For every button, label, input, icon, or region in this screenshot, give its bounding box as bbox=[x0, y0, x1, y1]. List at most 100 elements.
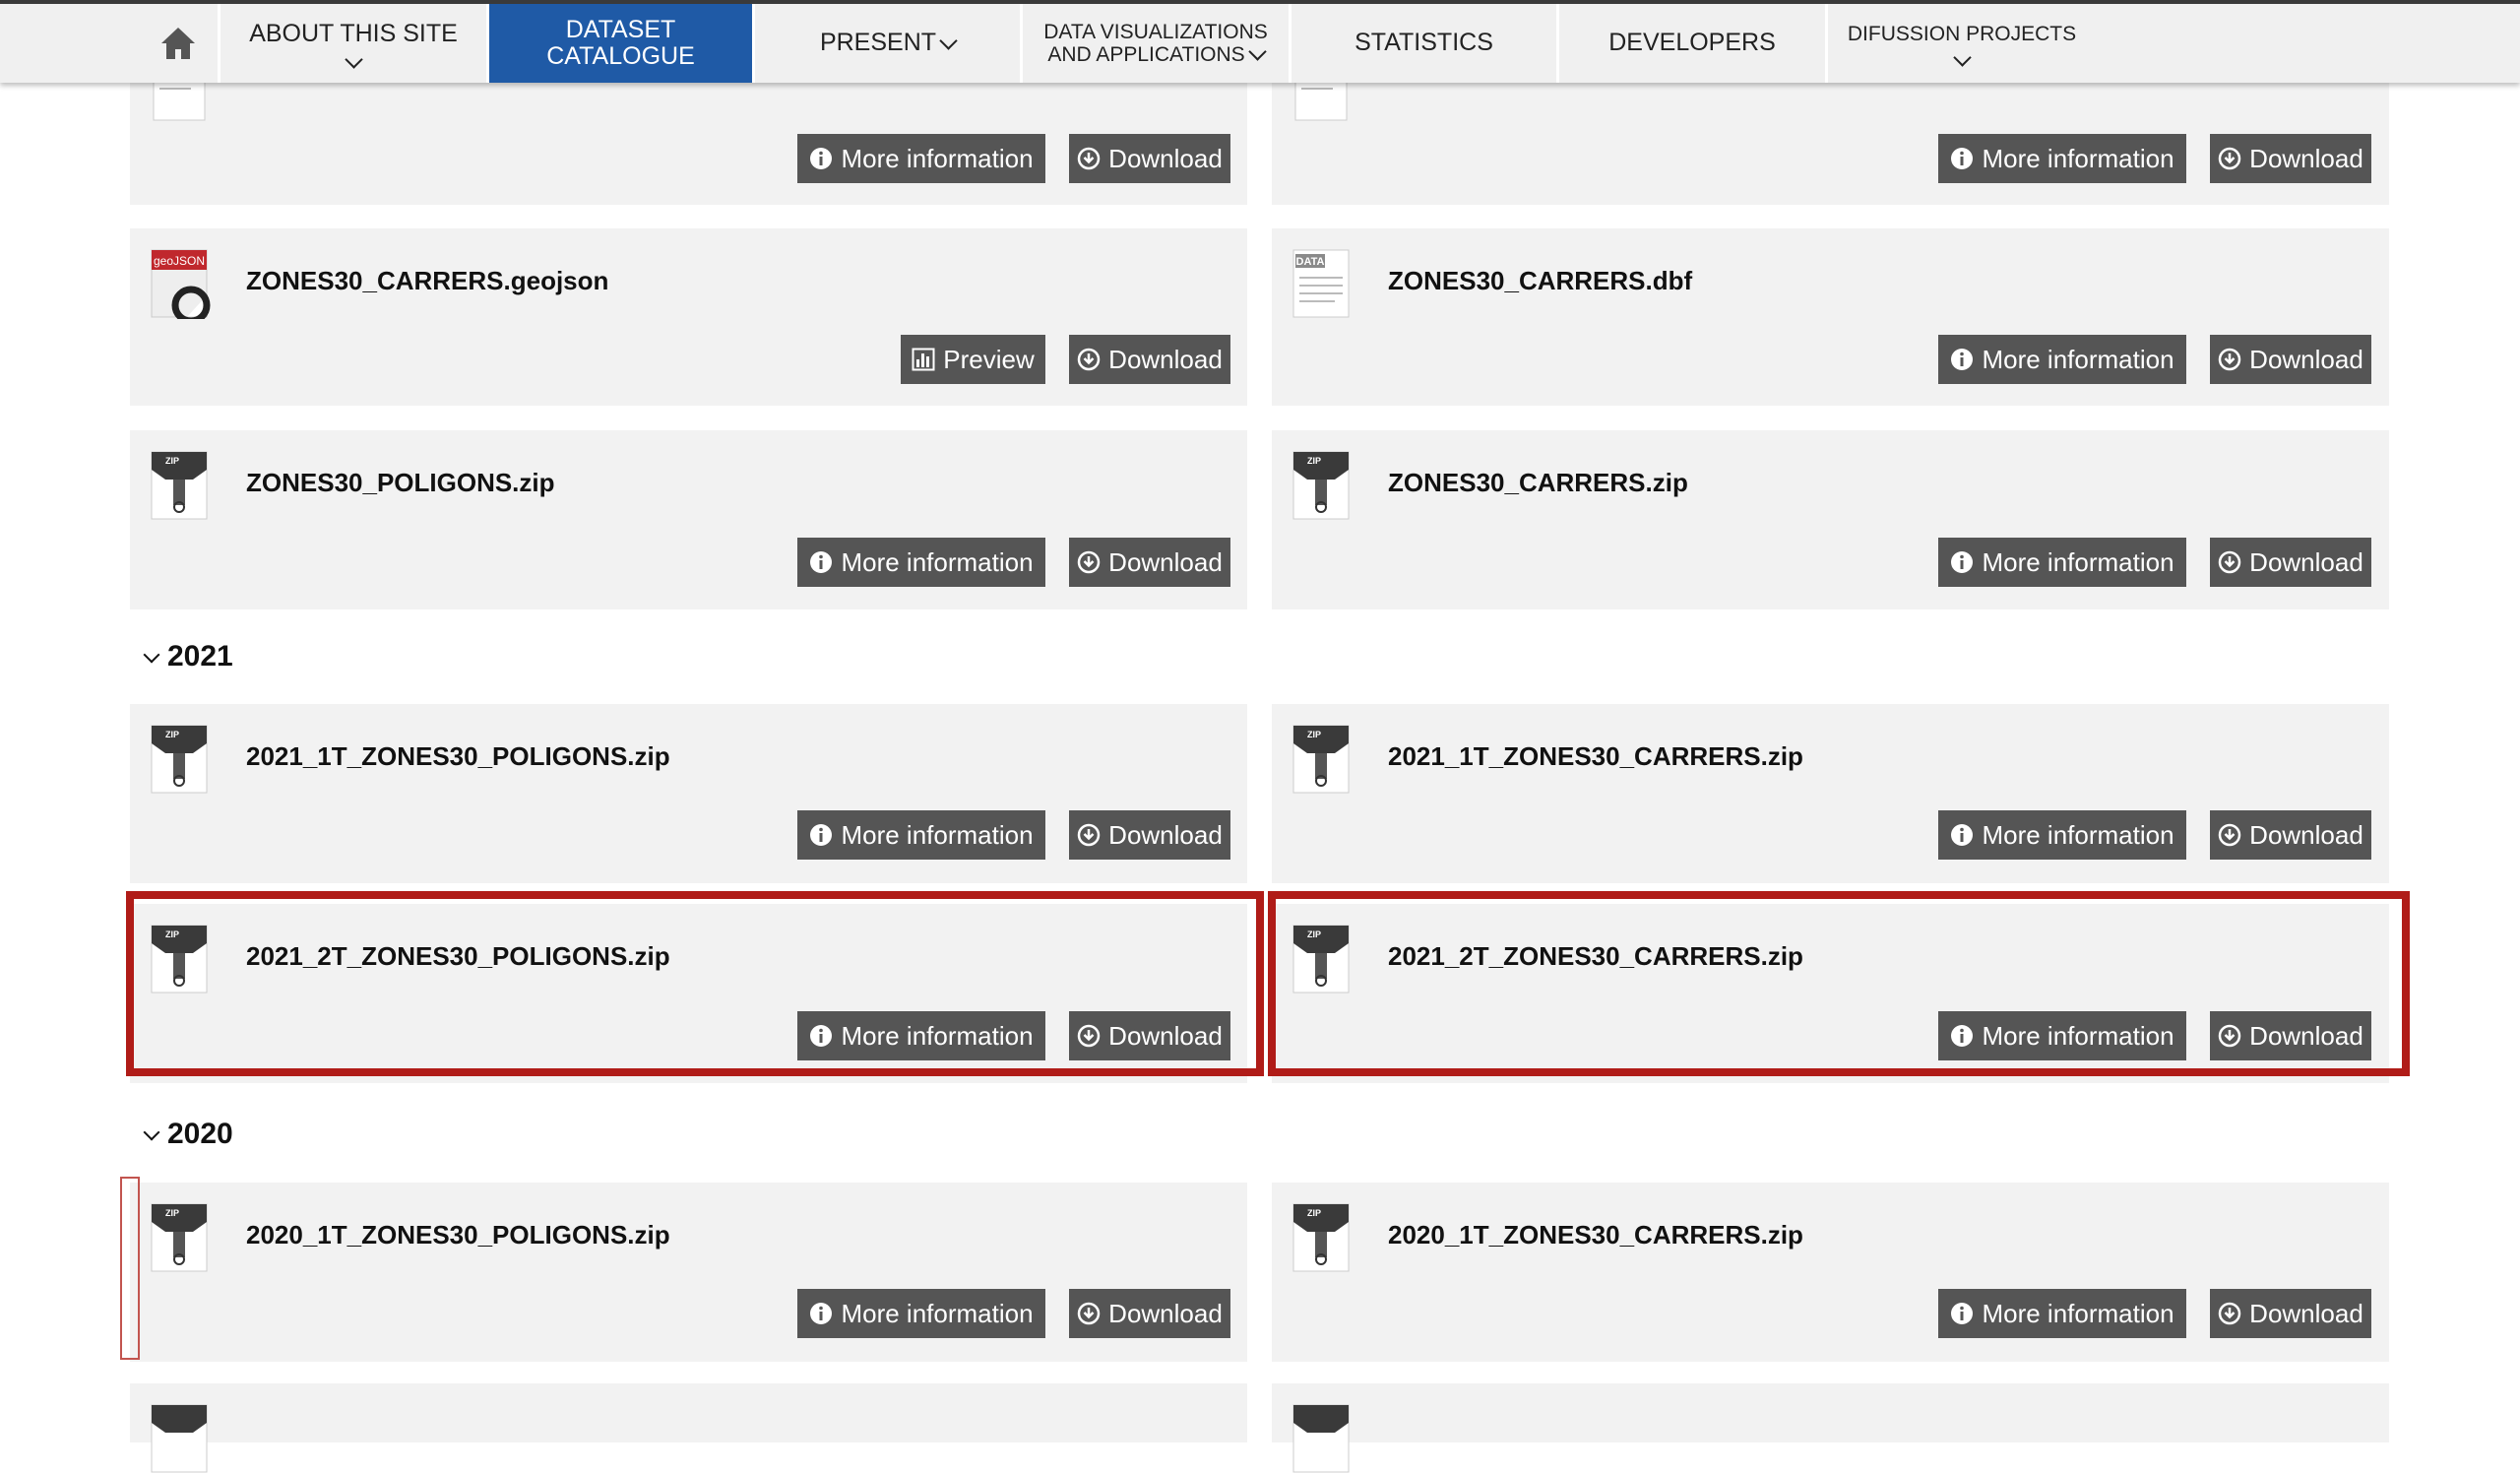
zip-file-icon bbox=[1292, 1404, 1350, 1473]
home-button[interactable] bbox=[138, 4, 220, 83]
preview-button[interactable]: Preview bbox=[901, 335, 1045, 384]
nav-dataset-label-1: DATASET bbox=[565, 15, 676, 43]
zip-icon-label: ZIP bbox=[1307, 730, 1321, 739]
dataset-card: ZIP 2021_2T_ZONES30_POLIGONS.zip More in… bbox=[130, 904, 1247, 1083]
more-information-button[interactable]: More information bbox=[797, 810, 1045, 860]
nav-developers[interactable]: DEVELOPERS bbox=[1559, 4, 1828, 83]
download-button[interactable]: Download bbox=[2210, 810, 2371, 860]
more-information-button[interactable]: More information bbox=[1938, 134, 2186, 183]
info-icon bbox=[810, 148, 833, 169]
more-information-label: More information bbox=[1982, 344, 2174, 374]
more-information-label: More information bbox=[1982, 819, 2174, 850]
more-information-button[interactable]: More information bbox=[1938, 1011, 2186, 1060]
home-icon bbox=[160, 28, 195, 59]
file-title[interactable]: ZONES30_CARRERS.geojson bbox=[246, 266, 608, 296]
dataset-card: ZIP 2021_2T_ZONES30_CARRERS.zip More inf… bbox=[1272, 904, 2389, 1083]
info-icon bbox=[1951, 1025, 1974, 1047]
more-information-button[interactable]: More information bbox=[797, 134, 1045, 183]
download-label: Download bbox=[1108, 1020, 1223, 1051]
dataset-card: ZIP 2021_1T_ZONES30_CARRERS.zip More inf… bbox=[1272, 704, 2389, 883]
file-title[interactable]: ZONES30_CARRERS.zip bbox=[1388, 468, 1688, 498]
file-title[interactable]: 2021_2T_ZONES30_CARRERS.zip bbox=[1388, 941, 1803, 972]
more-information-button[interactable]: More information bbox=[1938, 810, 2186, 860]
nav-difussion-label: DIFUSSION PROJECTS bbox=[1847, 22, 2077, 45]
download-icon bbox=[1077, 147, 1101, 170]
nav-data-visualizations[interactable]: DATA VISUALIZATIONS AND APPLICATIONS bbox=[1023, 4, 1292, 83]
download-label: Download bbox=[2249, 546, 2363, 577]
more-information-button[interactable]: More information bbox=[1938, 1289, 2186, 1338]
nav-dataset-catalogue[interactable]: DATASET CATALOGUE bbox=[489, 4, 755, 83]
download-label: Download bbox=[1108, 344, 1223, 374]
download-button[interactable]: Download bbox=[2210, 1289, 2371, 1338]
section-2020-label: 2020 bbox=[167, 1118, 233, 1150]
more-information-button[interactable]: More information bbox=[1938, 538, 2186, 587]
nav-dataviz-label-1: DATA VISUALIZATIONS bbox=[1043, 20, 1268, 43]
file-title[interactable]: 2021_2T_ZONES30_POLIGONS.zip bbox=[246, 941, 670, 972]
download-button[interactable]: Download bbox=[1069, 335, 1230, 384]
file-title[interactable]: 2020_1T_ZONES30_POLIGONS.zip bbox=[246, 1220, 670, 1250]
section-2020-toggle[interactable]: 2020 bbox=[143, 1118, 233, 1151]
file-title[interactable]: 2020_1T_ZONES30_CARRERS.zip bbox=[1388, 1220, 1803, 1250]
info-icon bbox=[1951, 1303, 1974, 1324]
dataset-card: ZIP 2020_1T_ZONES30_POLIGONS.zip More in… bbox=[130, 1183, 1247, 1362]
download-icon bbox=[1077, 1024, 1101, 1048]
more-information-label: More information bbox=[841, 819, 1034, 850]
bar-chart-icon bbox=[912, 348, 935, 371]
info-icon bbox=[810, 1303, 833, 1324]
more-information-label: More information bbox=[841, 143, 1034, 173]
nav-developers-label: DEVELOPERS bbox=[1608, 29, 1776, 57]
preview-label: Preview bbox=[943, 344, 1035, 374]
download-icon bbox=[2218, 348, 2241, 371]
more-information-button[interactable]: More information bbox=[797, 1289, 1045, 1338]
nav-statistics[interactable]: STATISTICS bbox=[1292, 4, 1559, 83]
zip-file-icon: ZIP bbox=[1292, 925, 1350, 993]
zip-file-icon: ZIP bbox=[151, 1203, 208, 1272]
download-button[interactable]: Download bbox=[2210, 1011, 2371, 1060]
zip-file-icon bbox=[151, 1404, 208, 1473]
zip-icon-label: ZIP bbox=[165, 456, 179, 466]
download-icon bbox=[1077, 1302, 1101, 1325]
info-icon bbox=[1951, 824, 1974, 846]
section-2021-toggle[interactable]: 2021 bbox=[143, 640, 233, 673]
download-button[interactable]: Download bbox=[1069, 134, 1230, 183]
download-button[interactable]: Download bbox=[2210, 335, 2371, 384]
file-title[interactable]: 2021_1T_ZONES30_CARRERS.zip bbox=[1388, 741, 1803, 772]
focus-outline bbox=[120, 1177, 140, 1360]
download-button[interactable]: Download bbox=[1069, 1289, 1230, 1338]
download-icon bbox=[2218, 550, 2241, 574]
zip-icon-label: ZIP bbox=[165, 929, 179, 939]
more-information-button[interactable]: More information bbox=[797, 538, 1045, 587]
more-information-button[interactable]: More information bbox=[1938, 335, 2186, 384]
nav-present-label: PRESENT bbox=[819, 29, 937, 57]
dataset-card: ZIP 2020_1T_ZONES30_CARRERS.zip More inf… bbox=[1272, 1183, 2389, 1362]
file-title[interactable]: ZONES30_CARRERS.dbf bbox=[1388, 266, 1692, 296]
download-button[interactable]: Download bbox=[1069, 810, 1230, 860]
nav-difussion-projects[interactable]: DIFUSSION PROJECTS bbox=[1828, 4, 2096, 83]
nav-present[interactable]: PRESENT bbox=[755, 4, 1023, 83]
zip-file-icon: ZIP bbox=[1292, 1203, 1350, 1272]
download-icon bbox=[1077, 550, 1101, 574]
file-title[interactable]: 2021_1T_ZONES30_POLIGONS.zip bbox=[246, 741, 670, 772]
download-button[interactable]: Download bbox=[1069, 538, 1230, 587]
dataset-card bbox=[1272, 1383, 2389, 1473]
dataset-card: DATA ZONES30_CARRERS.dbf More informatio… bbox=[1272, 228, 2389, 406]
more-information-label: More information bbox=[1982, 143, 2174, 173]
dataset-card bbox=[130, 1383, 1247, 1473]
chevron-down-icon bbox=[1247, 42, 1267, 61]
file-title[interactable]: ZONES30_POLIGONS.zip bbox=[246, 468, 555, 498]
more-information-label: More information bbox=[1982, 546, 2174, 577]
zip-icon-label: ZIP bbox=[1307, 1208, 1321, 1218]
download-button[interactable]: Download bbox=[2210, 538, 2371, 587]
nav-about[interactable]: ABOUT THIS SITE bbox=[220, 4, 489, 83]
info-icon bbox=[810, 1025, 833, 1047]
zip-file-icon: ZIP bbox=[1292, 725, 1350, 794]
more-information-button[interactable]: More information bbox=[797, 1011, 1045, 1060]
download-icon bbox=[1077, 823, 1101, 847]
download-icon bbox=[2218, 1024, 2241, 1048]
download-button[interactable]: Download bbox=[2210, 134, 2371, 183]
zip-icon-label: ZIP bbox=[1307, 456, 1321, 466]
download-label: Download bbox=[2249, 143, 2363, 173]
zip-file-icon: ZIP bbox=[151, 725, 208, 794]
download-button[interactable]: Download bbox=[1069, 1011, 1230, 1060]
zip-file-icon: ZIP bbox=[151, 451, 208, 520]
